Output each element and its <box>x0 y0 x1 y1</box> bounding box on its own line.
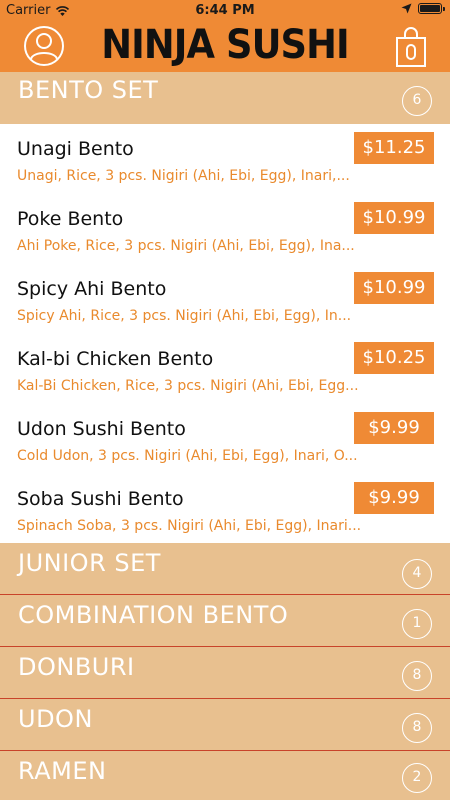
section-count-badge: 1 <box>402 609 432 639</box>
status-bar: Carrier 6:44 PM <box>0 0 450 22</box>
item-name: Soba Sushi Bento <box>17 488 184 510</box>
section-udon[interactable]: UDON 8 <box>0 699 450 751</box>
status-right <box>401 3 445 14</box>
section-count-badge: 8 <box>402 713 432 743</box>
section-title: JUNIOR SET <box>18 549 161 577</box>
section-title: RAMEN <box>18 757 107 785</box>
section-ramen[interactable]: RAMEN 2 <box>0 751 450 800</box>
menu-item-poke-bento[interactable]: Poke Bento $10.99 Ahi Poke, Rice, 3 pcs.… <box>0 194 450 264</box>
item-name: Unagi Bento <box>17 138 134 160</box>
app-header: Carrier 6:44 PM NINJA SUSHI <box>0 0 450 72</box>
item-description: Ahi Poke, Rice, 3 pcs. Nigiri (Ahi, Ebi,… <box>17 238 355 254</box>
section-donburi[interactable]: DONBURI 8 <box>0 647 450 699</box>
section-title: COMBINATION BENTO <box>18 601 289 629</box>
item-price-button[interactable]: $11.25 <box>354 132 434 164</box>
item-name: Spicy Ahi Bento <box>17 278 167 300</box>
section-title: BENTO SET <box>18 76 159 104</box>
section-bento-set[interactable]: BENTO SET 6 <box>0 72 450 124</box>
item-name: Udon Sushi Bento <box>17 418 186 440</box>
menu-item-soba-sushi-bento[interactable]: Soba Sushi Bento $9.99 Spinach Soba, 3 p… <box>0 474 450 544</box>
section-count-badge: 2 <box>402 763 432 793</box>
menu-item-udon-sushi-bento[interactable]: Udon Sushi Bento $9.99 Cold Udon, 3 pcs.… <box>0 404 450 474</box>
item-price-button[interactable]: $10.99 <box>354 272 434 304</box>
item-price-button[interactable]: $10.99 <box>354 202 434 234</box>
status-time: 6:44 PM <box>195 3 255 18</box>
item-description: Spicy Ahi, Rice, 3 pcs. Nigiri (Ahi, Ebi… <box>17 308 352 324</box>
item-price-button[interactable]: $9.99 <box>354 412 434 444</box>
item-description: Unagi, Rice, 3 pcs. Nigiri (Ahi, Ebi, Eg… <box>17 168 350 184</box>
section-count-badge: 8 <box>402 661 432 691</box>
battery-icon <box>418 3 445 14</box>
section-title: UDON <box>18 705 93 733</box>
cart-button[interactable] <box>394 26 428 68</box>
item-description: Cold Udon, 3 pcs. Nigiri (Ahi, Ebi, Egg)… <box>17 448 358 464</box>
section-count-badge: 4 <box>402 559 432 589</box>
shopping-bag-icon <box>396 27 426 67</box>
section-junior-set[interactable]: JUNIOR SET 4 <box>0 543 450 595</box>
location-arrow-icon <box>401 3 412 14</box>
section-title: DONBURI <box>18 653 135 681</box>
battery-level <box>420 5 440 12</box>
app-title: NINJA SUSHI <box>101 22 349 68</box>
menu-item-kalbi-chicken-bento[interactable]: Kal-bi Chicken Bento $10.25 Kal-Bi Chick… <box>0 334 450 404</box>
item-name: Poke Bento <box>17 208 124 230</box>
item-description: Kal-Bi Chicken, Rice, 3 pcs. Nigiri (Ahi… <box>17 378 359 394</box>
item-name: Kal-bi Chicken Bento <box>17 348 214 370</box>
menu-item-unagi-bento[interactable]: Unagi Bento $11.25 Unagi, Rice, 3 pcs. N… <box>0 124 450 194</box>
section-combination-bento[interactable]: COMBINATION BENTO 1 <box>0 595 450 647</box>
item-price-button[interactable]: $9.99 <box>354 482 434 514</box>
item-price-button[interactable]: $10.25 <box>354 342 434 374</box>
menu-item-spicy-ahi-bento[interactable]: Spicy Ahi Bento $10.99 Spicy Ahi, Rice, … <box>0 264 450 334</box>
section-count-badge: 6 <box>402 86 432 116</box>
item-description: Spinach Soba, 3 pcs. Nigiri (Ahi, Ebi, E… <box>17 518 362 534</box>
